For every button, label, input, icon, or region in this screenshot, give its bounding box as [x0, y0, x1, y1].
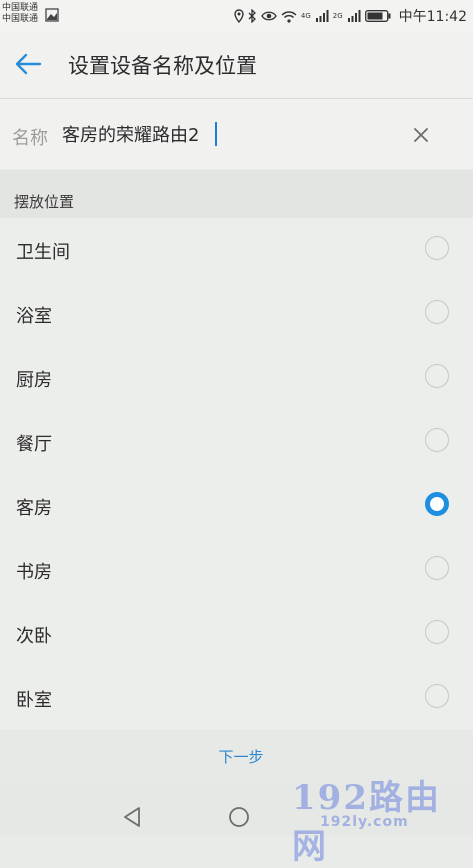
clear-button[interactable]: [404, 118, 438, 152]
location-radio[interactable]: [425, 236, 449, 260]
location-option-label: 餐厅: [16, 434, 52, 455]
status-time: 中午11:42: [398, 9, 467, 25]
bluetooth-icon: [248, 9, 256, 23]
location-option-label: 卫生间: [16, 242, 70, 263]
location-radio[interactable]: [425, 556, 449, 580]
back-button[interactable]: [8, 44, 48, 84]
location-section-title: 摆放位置: [14, 193, 75, 211]
watermark: 192路由网 192ly.com: [292, 770, 472, 867]
location-option-label: 客房: [16, 498, 52, 519]
watermark-sub: 192ly.com: [320, 814, 409, 830]
image-notification-icon: [45, 8, 59, 22]
triangle-back-icon[interactable]: [122, 806, 142, 828]
location-options-list: 卫生间 浴室 厨房 餐厅 客房 书房 次卧 卧室: [0, 218, 473, 730]
location-radio[interactable]: [425, 620, 449, 644]
location-option-label: 卧室: [16, 690, 52, 711]
network-type-2: 2G: [332, 12, 343, 20]
status-icons: 4G 2G 中午11:42: [234, 6, 467, 26]
close-icon: [414, 128, 428, 142]
signal-2-icon: [347, 10, 361, 22]
battery-icon: [364, 10, 391, 22]
location-option-label: 次卧: [16, 626, 52, 647]
location-radio[interactable]: [425, 492, 449, 516]
carrier-2-label: 中国联通: [2, 14, 39, 24]
location-radio[interactable]: [425, 364, 449, 388]
name-field-label: 名称: [12, 128, 48, 149]
next-step-button[interactable]: 下一步: [196, 742, 286, 770]
location-radio[interactable]: [425, 684, 449, 708]
location-option-dining-room[interactable]: 餐厅: [0, 410, 473, 474]
name-row: 名称: [0, 99, 473, 169]
network-type-1: 4G: [300, 12, 311, 20]
status-bar: 中国联通 中国联通 4G 2G 中午11:42: [0, 0, 473, 32]
location-section-header: 摆放位置: [0, 170, 473, 218]
location-option-shower-room[interactable]: 浴室: [0, 282, 473, 346]
text-cursor: [215, 122, 217, 146]
location-radio[interactable]: [425, 428, 449, 452]
location-option-label: 书房: [16, 562, 52, 583]
location-option-bedroom[interactable]: 卧室: [0, 666, 473, 730]
location-option-label: 厨房: [16, 370, 52, 391]
location-option-bathroom[interactable]: 卫生间: [0, 218, 473, 282]
location-option-study[interactable]: 书房: [0, 538, 473, 602]
location-option-guest-room[interactable]: 客房: [0, 474, 473, 538]
circle-home-icon[interactable]: [228, 806, 250, 828]
location-option-second-bedroom[interactable]: 次卧: [0, 602, 473, 666]
carrier-1-label: 中国联通: [2, 3, 39, 13]
app-bar: 设置设备名称及位置: [0, 32, 473, 99]
eye-icon: [261, 11, 277, 21]
location-option-kitchen[interactable]: 厨房: [0, 346, 473, 410]
location-radio[interactable]: [425, 300, 449, 324]
signal-1-icon: [315, 10, 329, 22]
arrow-left-icon: [15, 53, 42, 75]
location-option-label: 浴室: [16, 306, 52, 327]
location-icon: [234, 9, 244, 23]
device-name-input[interactable]: [62, 117, 392, 151]
wifi-icon: [281, 10, 297, 23]
page-title: 设置设备名称及位置: [68, 54, 257, 78]
